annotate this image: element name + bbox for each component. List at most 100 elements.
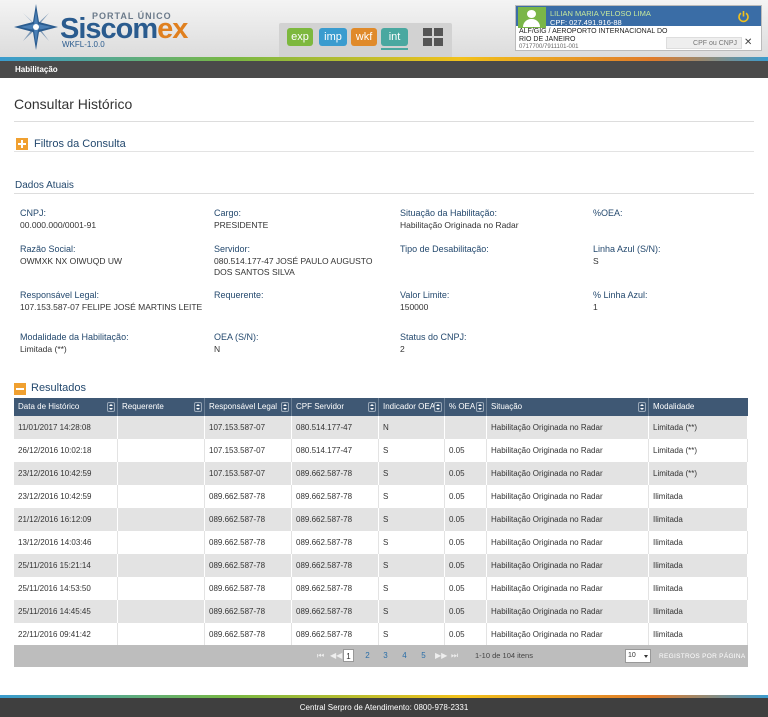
user-bar: LILIAN MARIA VELOSO LIMA CPF: 027.491.91…: [516, 6, 761, 28]
cell-situacao: Habilitação Originada no Radar: [487, 600, 649, 623]
page-5[interactable]: 5: [418, 649, 429, 662]
user-name: LILIAN MARIA VELOSO LIMA: [550, 9, 651, 18]
column-cpf-servidor[interactable]: CPF Servidor: [292, 398, 379, 416]
percent-linha-azul-label: % Linha Azul:: [593, 290, 648, 300]
cell-cpf-servidor: 089.662.587-78: [292, 577, 379, 600]
page-3[interactable]: 3: [380, 649, 391, 662]
cell-responsavel-legal: 089.662.587-78: [205, 485, 292, 508]
percent-linha-azul-value: 1: [593, 302, 598, 312]
breadcrumb-habilitacao[interactable]: Habilitação: [15, 65, 58, 74]
cell-indicador-oea: S: [379, 623, 445, 646]
sort-icon[interactable]: [638, 402, 646, 412]
column-situacao[interactable]: Situação: [487, 398, 649, 416]
footer: Central Serpro de Atendimento: 0800-978-…: [0, 698, 768, 717]
cell-requerente: [118, 577, 205, 600]
cell-data-historico: 23/12/2016 10:42:59: [14, 462, 118, 485]
sort-icon[interactable]: [107, 402, 115, 412]
cell-data-historico: 11/01/2017 14:28:08: [14, 416, 118, 439]
collapse-minus-icon[interactable]: [14, 383, 26, 395]
pager-info: 1-10 de 104 itens: [475, 651, 533, 660]
cell-indicador-oea: S: [379, 508, 445, 531]
razao-social-label: Razão Social:: [20, 244, 76, 254]
cell-indicador-oea: S: [379, 485, 445, 508]
table-row[interactable]: 23/12/2016 10:42:59 107.153.587-07 089.662…: [14, 462, 748, 485]
column-modalidade[interactable]: Modalidade: [649, 398, 748, 416]
table-row[interactable]: 22/11/2016 09:41:42 089.662.587-78 089.662…: [14, 623, 748, 646]
column-oea-percent[interactable]: % OEA: [445, 398, 487, 416]
cell-oea-percent: 0.05: [445, 508, 487, 531]
column-requerente[interactable]: Requerente: [118, 398, 205, 416]
column-indicador-oea[interactable]: Indicador OEA: [379, 398, 445, 416]
prev-page-icon[interactable]: ◀◀: [330, 651, 342, 660]
results-toggle[interactable]: Resultados: [31, 382, 86, 394]
table-row[interactable]: 13/12/2016 14:03:46 089.662.587-78 089.662…: [14, 531, 748, 554]
requerente-label: Requerente:: [214, 290, 264, 300]
page-2[interactable]: 2: [362, 649, 373, 662]
cell-data-historico: 22/11/2016 09:41:42: [14, 623, 118, 646]
cell-modalidade: Ilimitada: [649, 554, 748, 577]
cell-responsavel-legal: 089.662.587-78: [205, 623, 292, 646]
logout-power-icon[interactable]: [737, 10, 750, 23]
first-page-icon[interactable]: ⏮: [317, 651, 324, 661]
sort-icon[interactable]: [476, 402, 484, 412]
cell-cpf-servidor: 089.662.587-78: [292, 623, 379, 646]
app-version: WKFL-1.0.0: [62, 40, 105, 49]
tab-imp[interactable]: imp: [319, 28, 347, 46]
table-row[interactable]: 21/12/2016 16:12:09 089.662.587-78 089.662…: [14, 508, 748, 531]
cell-data-historico: 26/12/2016 10:02:18: [14, 439, 118, 462]
cell-oea-percent: [445, 416, 487, 439]
column-data-historico[interactable]: Data de Histórico: [14, 398, 118, 416]
clear-icon[interactable]: ✕: [744, 37, 752, 49]
cell-modalidade: Ilimitada: [649, 485, 748, 508]
filters-toggle[interactable]: Filtros da Consulta: [34, 138, 126, 150]
active-tab-indicator: [381, 48, 408, 50]
sort-icon[interactable]: [281, 402, 289, 412]
table-row[interactable]: 26/12/2016 10:02:18 107.153.587-07 080.514…: [14, 439, 748, 462]
cell-responsavel-legal: 107.153.587-07: [205, 439, 292, 462]
table-row[interactable]: 23/12/2016 10:42:59 089.662.587-78 089.662…: [14, 485, 748, 508]
table-row[interactable]: 25/11/2016 14:45:45 089.662.587-78 089.662…: [14, 600, 748, 623]
last-page-icon[interactable]: ⏭: [451, 651, 458, 661]
cargo-label: Cargo:: [214, 208, 242, 218]
support-contact: Central Serpro de Atendimento: 0800-978-…: [299, 703, 469, 712]
sort-icon[interactable]: [434, 402, 442, 412]
sort-icon[interactable]: [194, 402, 202, 412]
cell-data-historico: 21/12/2016 16:12:09: [14, 508, 118, 531]
cell-situacao: Habilitação Originada no Radar: [487, 623, 649, 646]
sort-icon[interactable]: [368, 402, 376, 412]
table-row[interactable]: 11/01/2017 14:28:08 107.153.587-07 080.514…: [14, 416, 748, 439]
page-1[interactable]: 1: [343, 649, 354, 662]
cell-modalidade: Ilimitada: [649, 508, 748, 531]
next-page-icon[interactable]: ▶▶: [435, 651, 447, 660]
cell-data-historico: 25/11/2016 14:45:45: [14, 600, 118, 623]
cell-oea-percent: 0.05: [445, 554, 487, 577]
cell-oea-percent: 0.05: [445, 577, 487, 600]
column-label: Requerente: [122, 402, 164, 411]
cpf-cnpj-input[interactable]: [666, 37, 742, 49]
cell-indicador-oea: N: [379, 416, 445, 439]
expand-plus-icon[interactable]: [16, 138, 28, 150]
column-label: Indicador OEA: [383, 402, 436, 411]
divider: [14, 193, 754, 194]
cell-situacao: Habilitação Originada no Radar: [487, 554, 649, 577]
cell-responsavel-legal: 089.662.587-78: [205, 531, 292, 554]
cell-requerente: [118, 554, 205, 577]
apps-grid-icon[interactable]: [423, 28, 443, 46]
cell-modalidade: Limitada (**): [649, 462, 748, 485]
linha-azul-label: Linha Azul (S/N):: [593, 244, 661, 254]
column-responsavel-legal[interactable]: Responsável Legal: [205, 398, 292, 416]
cell-requerente: [118, 462, 205, 485]
cell-data-historico: 25/11/2016 15:21:14: [14, 554, 118, 577]
cell-indicador-oea: S: [379, 554, 445, 577]
tab-exp[interactable]: exp: [287, 28, 313, 46]
page-size-select[interactable]: 10: [625, 649, 651, 663]
tab-wkf[interactable]: wkf: [351, 28, 377, 46]
page-4[interactable]: 4: [399, 649, 410, 662]
status-cnpj-value: 2: [400, 344, 405, 354]
tab-int[interactable]: int: [381, 28, 408, 46]
tipo-desabilitacao-label: Tipo de Desabilitação:: [400, 244, 489, 254]
table-row[interactable]: 25/11/2016 14:53:50 089.662.587-78 089.662…: [14, 577, 748, 600]
column-label: Modalidade: [653, 402, 695, 411]
cell-requerente: [118, 623, 205, 646]
table-row[interactable]: 25/11/2016 15:21:14 089.662.587-78 089.662…: [14, 554, 748, 577]
